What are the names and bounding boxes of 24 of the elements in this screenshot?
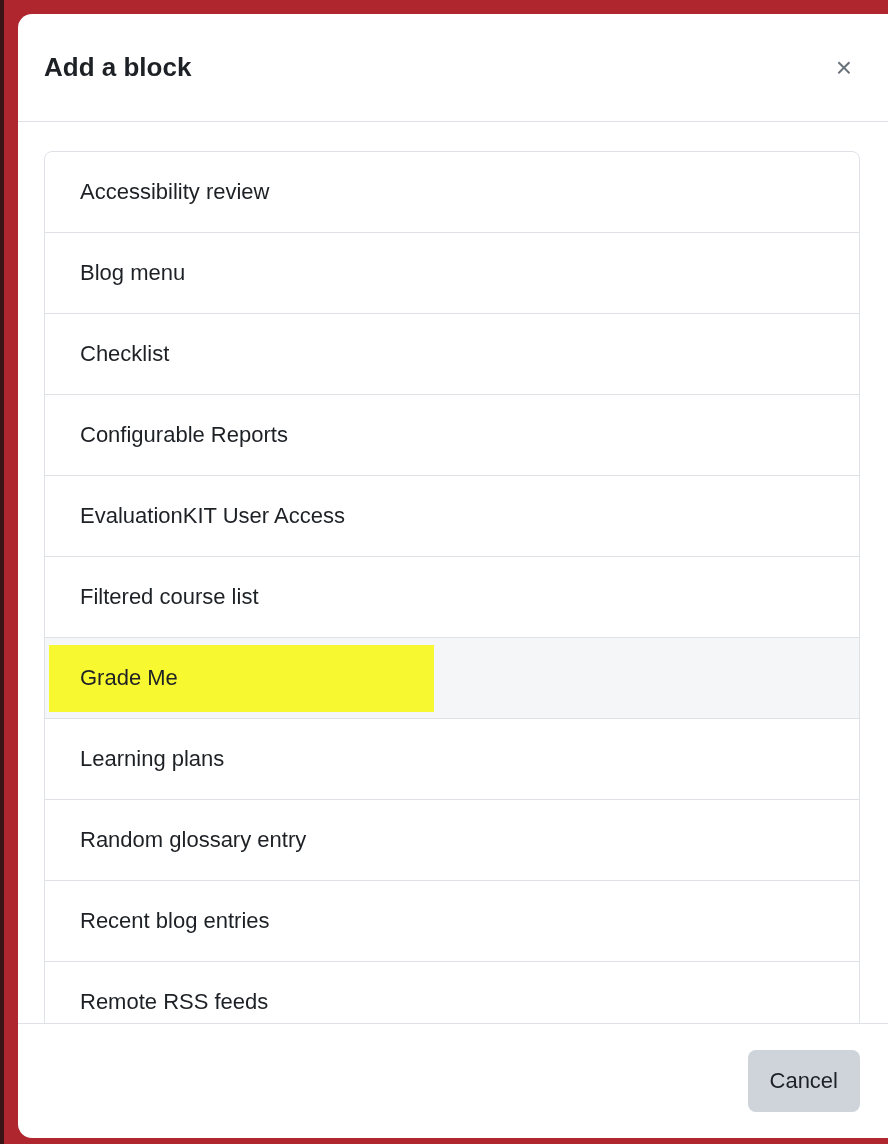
block-list-item[interactable]: Checklist — [45, 314, 859, 395]
block-list-item[interactable]: Random glossary entry — [45, 800, 859, 881]
block-name: EvaluationKIT User Access — [80, 503, 345, 529]
block-name: Grade Me — [80, 665, 178, 691]
block-name: Recent blog entries — [80, 908, 270, 934]
block-list-item[interactable]: Learning plans — [45, 719, 859, 800]
block-list-item[interactable]: Recent blog entries — [45, 881, 859, 962]
block-list-item[interactable]: EvaluationKIT User Access — [45, 476, 859, 557]
block-name: Random glossary entry — [80, 827, 307, 853]
block-list-item[interactable]: Configurable Reports — [45, 395, 859, 476]
close-button[interactable]: × — [831, 51, 856, 84]
block-name: Configurable Reports — [80, 422, 288, 448]
block-name: Filtered course list — [80, 584, 259, 610]
block-list-item[interactable]: Accessibility review — [45, 152, 859, 233]
block-name: Accessibility review — [80, 179, 270, 205]
dialog-title: Add a block — [44, 52, 192, 83]
block-name: Blog menu — [80, 260, 186, 286]
cancel-button[interactable]: Cancel — [747, 1050, 860, 1112]
block-list-item[interactable]: Blog menu — [45, 233, 859, 314]
block-list-item[interactable]: Grade Me — [45, 638, 859, 719]
block-name: Remote RSS feeds — [80, 989, 269, 1015]
block-list-item[interactable]: Remote RSS feeds — [45, 962, 859, 1023]
block-name: Checklist — [80, 341, 170, 367]
block-name: Learning plans — [80, 746, 225, 772]
